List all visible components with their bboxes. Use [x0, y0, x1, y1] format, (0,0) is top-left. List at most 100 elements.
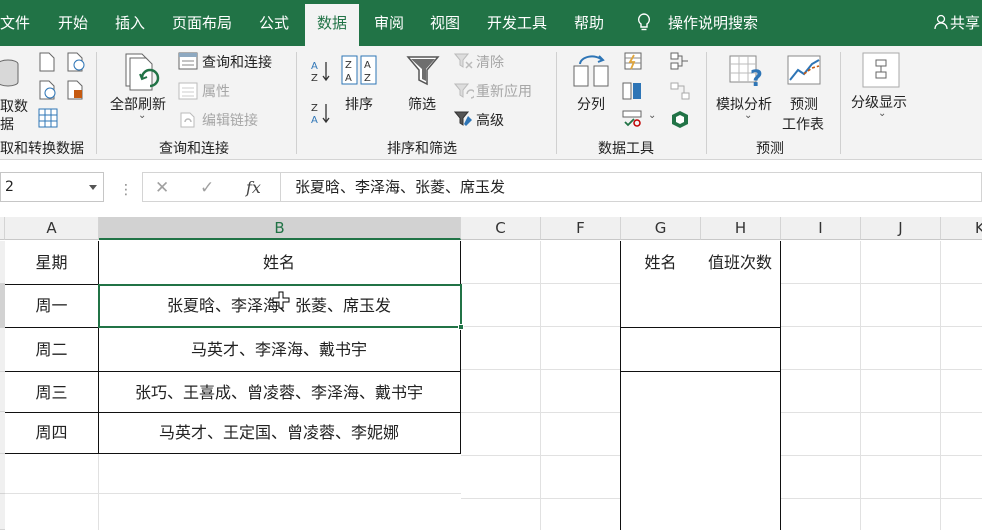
side-cell[interactable]: [700, 493, 781, 530]
tab-help[interactable]: 帮助: [574, 0, 604, 46]
clear-button[interactable]: 清除: [476, 52, 504, 72]
tab-home[interactable]: 开始: [58, 0, 88, 46]
edit-links-button[interactable]: 编辑链接: [202, 110, 258, 130]
refresh-all-icon[interactable]: [120, 52, 164, 92]
side-cell[interactable]: [620, 412, 701, 454]
side-cell[interactable]: [620, 284, 701, 328]
consolidate-icon[interactable]: [670, 52, 690, 70]
sort-button[interactable]: 排序: [345, 94, 373, 114]
column-header-b[interactable]: B: [99, 217, 461, 240]
remove-duplicates-icon[interactable]: [622, 82, 642, 100]
drag-handle-icon[interactable]: ⋮: [119, 182, 133, 198]
column-header-a[interactable]: A: [5, 217, 99, 240]
forecast-sheet-icon[interactable]: [786, 54, 824, 88]
column-header-g[interactable]: G: [621, 217, 701, 240]
side-cell[interactable]: [620, 453, 701, 494]
what-if-analysis-icon[interactable]: ?: [728, 54, 766, 88]
fill-handle[interactable]: [458, 324, 464, 330]
text-to-columns-button[interactable]: 分列: [577, 94, 605, 114]
forecast-sheet-button[interactable]: 预测: [790, 94, 818, 114]
from-text-icon[interactable]: [38, 52, 56, 72]
properties-button[interactable]: 属性: [202, 81, 230, 101]
side-cell[interactable]: [620, 493, 701, 530]
chevron-down-icon[interactable]: ⌄: [744, 110, 752, 121]
formula-input[interactable]: 张夏晗、李泽海、张菱、席玉发: [280, 172, 982, 202]
column-header-f[interactable]: F: [541, 217, 621, 240]
table-cell-names[interactable]: 马英才、王定国、曾凌蓉、李妮娜: [98, 412, 461, 454]
table-cell-day[interactable]: 周三: [5, 372, 99, 413]
tab-formulas[interactable]: 公式: [259, 0, 289, 46]
enter-icon[interactable]: ✓: [200, 178, 214, 198]
lightbulb-icon[interactable]: [637, 13, 651, 33]
chevron-down-icon[interactable]: ⌄: [138, 110, 146, 121]
side-cell[interactable]: [700, 328, 781, 372]
side-cell[interactable]: [700, 372, 781, 413]
advanced-button[interactable]: 高级: [476, 110, 504, 130]
column-header-c[interactable]: C: [461, 217, 541, 240]
empty-grid[interactable]: [5, 454, 461, 530]
column-header-j[interactable]: J: [861, 217, 941, 240]
side-cell[interactable]: [700, 453, 781, 494]
from-table-icon[interactable]: [38, 108, 58, 128]
chevron-down-icon[interactable]: ⌄: [878, 108, 886, 119]
table-cell-day[interactable]: 周四: [5, 412, 99, 454]
tab-developer[interactable]: 开发工具: [487, 0, 547, 46]
column-header-i[interactable]: I: [781, 217, 861, 240]
tell-me-search[interactable]: 操作说明搜索: [668, 0, 758, 46]
table-cell-day[interactable]: 周二: [5, 328, 99, 372]
sort-icon[interactable]: Z A A Z: [340, 54, 378, 86]
cancel-icon[interactable]: ✕: [155, 178, 169, 198]
side-header-name[interactable]: 姓名: [620, 241, 701, 285]
forecast-sheet-label-2: 工作表: [782, 117, 824, 133]
queries-connections-icon[interactable]: [178, 52, 198, 70]
tab-data[interactable]: 数据: [305, 4, 360, 48]
sort-asc-icon[interactable]: A Z: [310, 58, 332, 84]
get-data-icon[interactable]: [0, 58, 22, 92]
filter-button[interactable]: 筛选: [408, 94, 436, 114]
name-box[interactable]: 2: [0, 172, 104, 202]
table-header-cell[interactable]: 星期: [5, 241, 99, 285]
relationships-icon[interactable]: [670, 82, 690, 100]
data-validation-icon[interactable]: [622, 110, 642, 128]
text-to-columns-icon[interactable]: [572, 54, 612, 88]
svg-text:A: A: [345, 73, 352, 84]
table-header-cell[interactable]: 姓名: [98, 241, 461, 285]
ribbon-data: 取数 据 取和转换数据 全部刷新 ⌄ 查询和连接 属性 编辑链接 查询和连接 A…: [0, 46, 982, 160]
tab-page-layout[interactable]: 页面布局: [172, 0, 232, 46]
from-web-icon[interactable]: [38, 80, 58, 100]
advanced-filter-icon[interactable]: [454, 110, 474, 128]
column-header-k[interactable]: K: [941, 217, 982, 240]
get-data-label[interactable]: 取数: [0, 96, 28, 116]
tab-review[interactable]: 审阅: [374, 0, 404, 46]
table-cell-names[interactable]: 张巧、王喜成、曾凌蓉、李泽海、戴书宇: [98, 372, 461, 413]
share-button[interactable]: 共享: [934, 0, 980, 46]
side-header-count[interactable]: 值班次数: [700, 241, 781, 285]
chevron-down-icon[interactable]: ⌄: [648, 110, 656, 121]
reapply-button[interactable]: 重新应用: [476, 81, 532, 101]
table-cell-day[interactable]: 周一: [5, 284, 99, 328]
side-cell[interactable]: [700, 412, 781, 454]
side-cell[interactable]: [620, 372, 701, 413]
data-model-icon[interactable]: [670, 110, 690, 128]
filter-icon[interactable]: [406, 54, 440, 88]
properties-icon[interactable]: [178, 82, 198, 100]
tab-insert[interactable]: 插入: [115, 0, 145, 46]
chevron-down-icon[interactable]: [89, 185, 97, 190]
tab-view[interactable]: 视图: [430, 0, 460, 46]
existing-connections-icon[interactable]: [66, 80, 86, 100]
svg-text:Z: Z: [345, 60, 352, 71]
clear-filter-icon[interactable]: [454, 52, 474, 70]
edit-links-icon[interactable]: [178, 110, 198, 128]
tab-file[interactable]: 文件: [0, 0, 30, 46]
reapply-icon[interactable]: [454, 82, 474, 100]
outline-icon[interactable]: [862, 52, 900, 88]
side-cell[interactable]: [620, 328, 701, 372]
column-header-h[interactable]: H: [701, 217, 781, 240]
side-cell[interactable]: [700, 284, 781, 328]
insert-function-icon[interactable]: fx: [246, 178, 261, 197]
recent-sources-icon[interactable]: [66, 52, 86, 72]
queries-connections-button[interactable]: 查询和连接: [202, 52, 272, 72]
sort-desc-icon[interactable]: Z A: [310, 100, 332, 126]
table-cell-names[interactable]: 马英才、李泽海、戴书宇: [98, 328, 461, 372]
flash-fill-icon[interactable]: [624, 52, 642, 70]
